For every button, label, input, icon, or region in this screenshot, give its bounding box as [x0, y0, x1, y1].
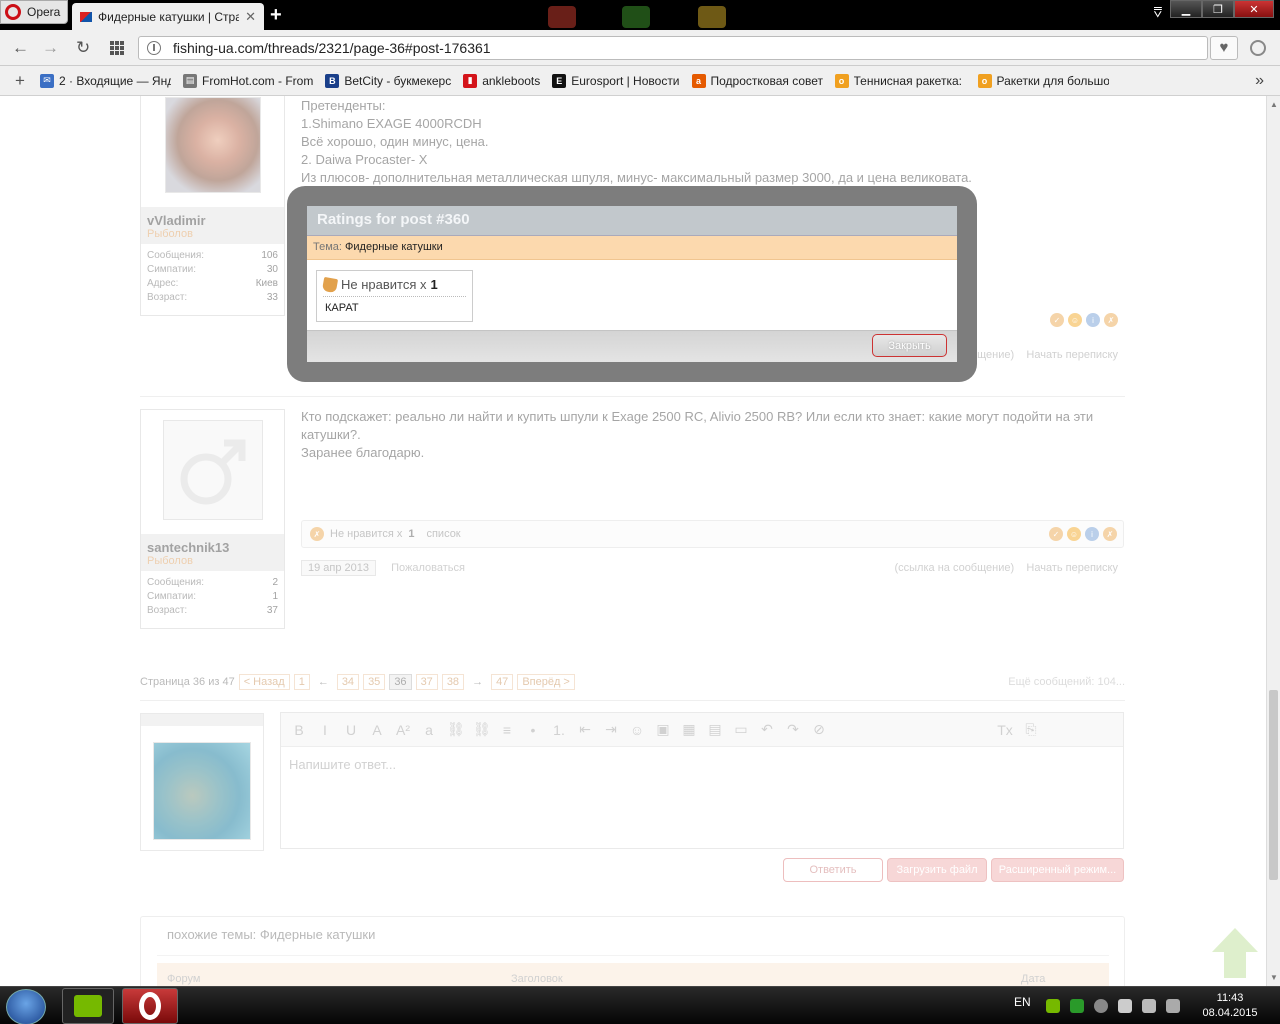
- utorrent-tray-icon[interactable]: [1070, 999, 1084, 1013]
- scroll-down-icon[interactable]: ▼: [1270, 973, 1278, 982]
- modal-title: Ratings for post #360: [307, 206, 957, 236]
- new-tab-button[interactable]: +: [270, 5, 282, 25]
- modal-footer: Закрыть: [307, 330, 957, 362]
- extension-icon[interactable]: [622, 6, 650, 28]
- rating-user-link[interactable]: КАРАТ: [325, 302, 472, 314]
- forward-arrow-icon[interactable]: →: [42, 38, 59, 58]
- dislike-icon: [321, 276, 339, 293]
- opera-turbo-icon[interactable]: [548, 6, 576, 28]
- network-tray-icon[interactable]: [1142, 999, 1156, 1013]
- opera-logo-icon: [5, 4, 21, 20]
- bookmark-item[interactable]: ▤ FromHot.com - From: [183, 73, 314, 88]
- opera-extension-icon[interactable]: [1250, 40, 1266, 56]
- windows-taskbar: EN 11:43 08.04.2015: [0, 986, 1280, 1024]
- taskbar-nvidia-app[interactable]: [62, 988, 114, 1024]
- clock-time: 11:43: [1216, 992, 1244, 1004]
- vertical-scrollbar[interactable]: ▲ ▼: [1266, 96, 1280, 986]
- shield-tray-icon[interactable]: [1118, 999, 1132, 1013]
- nvidia-icon: [74, 995, 102, 1017]
- site-info-icon[interactable]: [147, 41, 161, 55]
- address-bar[interactable]: fishing-ua.com/threads/2321/page-36#post…: [138, 36, 1208, 60]
- add-bookmark-icon[interactable]: +: [0, 71, 40, 91]
- address-url[interactable]: fishing-ua.com/threads/2321/page-36#post…: [173, 40, 491, 56]
- bookmark-favicon-icon: ✉: [40, 73, 54, 88]
- rating-count: 1: [430, 277, 438, 292]
- rating-label: Не нравится x: [341, 277, 427, 292]
- bookmark-favicon-icon: a: [691, 73, 706, 88]
- modal-theme: Тема: Фидерные катушки: [307, 236, 957, 260]
- window-controls: ▁ ❐ ✕: [1170, 0, 1274, 18]
- bookmark-favicon-icon: ▮: [463, 73, 478, 88]
- close-window-button[interactable]: ✕: [1234, 0, 1274, 18]
- close-modal-button[interactable]: Закрыть: [872, 334, 947, 357]
- bookmark-item[interactable]: B BetCity - букмекерс: [325, 73, 452, 88]
- bookmark-label: 2 · Входящие — Янде: [59, 73, 171, 88]
- nvidia-tray-icon[interactable]: [1046, 999, 1060, 1013]
- rating-group-title: Не нравится x 1: [321, 276, 466, 297]
- opera-icon: [139, 992, 161, 1020]
- bookmark-favicon-icon: ▤: [183, 73, 197, 88]
- bookmark-item[interactable]: a Подростковая совет: [691, 73, 823, 88]
- media-tray-icon[interactable]: [1094, 999, 1108, 1013]
- maximize-button[interactable]: ❐: [1202, 0, 1234, 18]
- bookmark-item[interactable]: o Ракетки для большо: [977, 73, 1109, 88]
- bookmark-label: ankleboots: [482, 73, 541, 88]
- bookmark-item[interactable]: ✉ 2 · Входящие — Янде: [40, 73, 171, 88]
- scroll-up-icon[interactable]: ▲: [1270, 100, 1278, 109]
- taskbar-opera-app[interactable]: [122, 988, 178, 1024]
- tab-favicon-icon: [80, 11, 92, 22]
- clock-date: 08.04.2015: [1202, 1007, 1258, 1019]
- bookmarks-bar: + ✉ 2 · Входящие — Янде ▤ FromHot.com - Fro…: [0, 66, 1280, 96]
- bookmarks-more-icon[interactable]: »: [1255, 72, 1264, 90]
- bookmark-favicon-icon: o: [834, 73, 849, 88]
- chrome-icon[interactable]: [698, 6, 726, 28]
- bookmark-label: Eurosport | Новости: [571, 73, 680, 88]
- theme-link[interactable]: Фидерные катушки: [345, 241, 443, 253]
- rating-group: Не нравится x 1 КАРАТ: [316, 270, 473, 322]
- bookmark-label: Теннисная ракетка: 1: [853, 73, 966, 88]
- bookmark-label: BetCity - букмекерс: [344, 73, 452, 88]
- bookmark-item[interactable]: ▮ ankleboots: [463, 73, 541, 88]
- bookmark-favicon-icon: o: [977, 73, 992, 88]
- bookmark-favicon-icon: E: [552, 73, 567, 88]
- browser-tab-active[interactable]: Фидерные катушки | Стра ✕: [72, 3, 264, 30]
- reload-icon[interactable]: ↻: [76, 38, 90, 58]
- minimize-button[interactable]: ▁: [1170, 0, 1202, 18]
- speed-dial-icon[interactable]: [110, 41, 124, 55]
- tab-menu-icon[interactable]: ⩢: [1153, 4, 1162, 21]
- opera-menu-button[interactable]: Opera: [0, 0, 68, 24]
- back-arrow-icon[interactable]: ←: [12, 38, 29, 58]
- scrollbar-thumb[interactable]: [1269, 690, 1278, 880]
- bookmark-item[interactable]: E Eurosport | Новости: [552, 73, 680, 88]
- bookmarks-list: ✉ 2 · Входящие — Янде ▤ FromHot.com - From B…: [40, 73, 1121, 88]
- tab-title: Фидерные катушки | Стра: [98, 9, 240, 24]
- start-button[interactable]: [6, 989, 46, 1024]
- bookmark-heart-icon[interactable]: ♥: [1210, 36, 1238, 60]
- bookmark-item[interactable]: o Теннисная ракетка: 1: [834, 73, 966, 88]
- tab-close-icon[interactable]: ✕: [245, 9, 256, 25]
- bookmark-label: FromHot.com - From: [202, 73, 314, 88]
- volume-tray-icon[interactable]: [1166, 999, 1180, 1013]
- bookmark-favicon-icon: B: [325, 73, 340, 88]
- browser-toolbar: ← → ↻ fishing-ua.com/threads/2321/page-3…: [0, 30, 1280, 66]
- bookmark-label: Ракетки для большо: [996, 73, 1109, 88]
- opera-menu-label: Opera: [27, 5, 61, 19]
- ratings-modal: Ratings for post #360 Тема: Фидерные кат…: [307, 206, 957, 362]
- window-titlebar: Opera Фидерные катушки | Стра ✕ + ⩢ ▁ ❐ …: [0, 0, 1280, 30]
- language-indicator[interactable]: EN: [1014, 995, 1031, 1009]
- bookmark-label: Подростковая совет: [710, 73, 823, 88]
- theme-label: Тема:: [313, 241, 342, 253]
- system-clock[interactable]: 11:43 08.04.2015: [1190, 991, 1270, 1021]
